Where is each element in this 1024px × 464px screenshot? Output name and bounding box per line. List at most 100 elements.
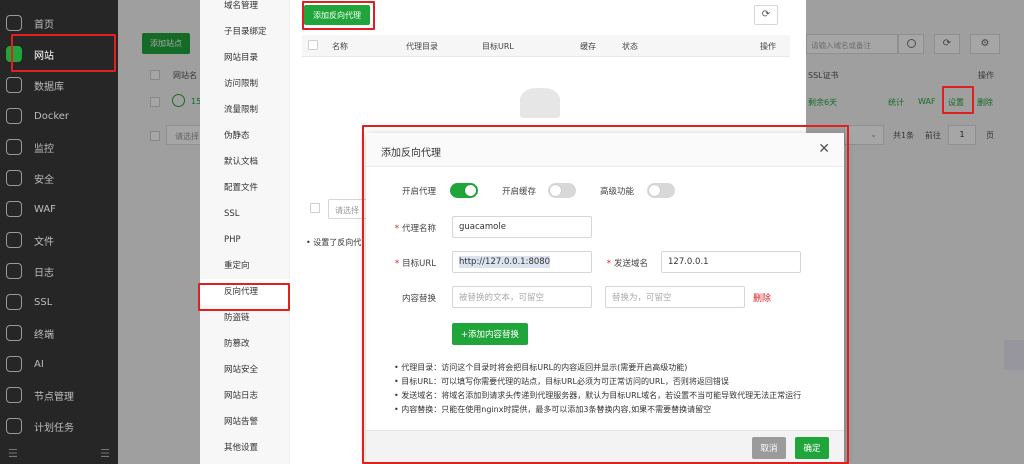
subnav-item-8[interactable]: SSL [200, 201, 290, 227]
enable-proxy-label: 开启代理 [401, 187, 436, 197]
subnav-item-1[interactable]: 子目录绑定 [200, 19, 290, 45]
col-status: 状态 [622, 42, 638, 51]
sidebar-item-label: 文件 [34, 236, 54, 248]
sidebar-footer: ☰ ☰ [0, 442, 118, 464]
sidebar-item-7[interactable]: 文件 [0, 225, 118, 255]
monitor-icon [6, 139, 22, 155]
sidebar-item-label: WAF [34, 203, 56, 215]
sidebar-item-6[interactable]: WAF [0, 194, 118, 224]
dialog-footer: 取消 确定 [366, 430, 844, 464]
sidebar-item-0[interactable]: 首页 [0, 8, 118, 38]
log-icon [6, 263, 22, 279]
note-content-replace: • 内容替换：只能在使用nginx时提供，最多可以添加3条替换内容,如果不需要替… [394, 405, 712, 414]
proxy-note: • 设置了反向代 [306, 238, 362, 247]
replace-to-input[interactable]: 替换为，可留空 [605, 286, 745, 308]
sidebar-item-12[interactable]: 节点管理 [0, 380, 118, 410]
subnav-item-12[interactable]: 防盗链 [200, 305, 290, 331]
home-icon [6, 15, 22, 31]
database-icon [6, 77, 22, 93]
subnav-item-3[interactable]: 访问限制 [200, 71, 290, 97]
sidebar-item-11[interactable]: AI [0, 349, 118, 379]
schedule-icon [6, 418, 22, 434]
sidebar-item-13[interactable]: 计划任务 [0, 411, 118, 441]
sidebar-item-label: 监控 [34, 143, 54, 155]
docker-icon [6, 108, 22, 124]
subnav-item-16[interactable]: 网站告警 [200, 409, 290, 435]
sidebar-item-1[interactable]: 网站 [0, 39, 118, 69]
sidebar-item-9[interactable]: SSL [0, 287, 118, 317]
delete-replace-link[interactable]: 删除 [753, 291, 771, 304]
sidebar-item-label: AI [34, 358, 44, 370]
note-send-domain: • 发送域名：将域名添加到请求头传递到代理服务器，默认为目标URL域名，若设置不… [394, 391, 802, 400]
node-icon [6, 387, 22, 403]
col-name: 名称 [332, 42, 348, 51]
confirm-button[interactable]: 确定 [795, 437, 829, 459]
proxy-batch-checkbox[interactable] [310, 203, 320, 213]
enable-proxy-toggle[interactable] [450, 183, 478, 198]
subnav-item-5[interactable]: 伪静态 [200, 123, 290, 149]
sidebar-item-label: SSL [34, 296, 53, 308]
proxy-name-label: * 代理名称 [394, 224, 436, 234]
ssl-icon [6, 294, 22, 310]
col-action: 操作 [760, 42, 776, 51]
proxy-table-header: 名称 代理目录 目标URL 缓存 状态 操作 [302, 35, 790, 57]
close-icon[interactable]: ✕ [818, 141, 830, 157]
subnav-item-10[interactable]: 重定向 [200, 253, 290, 279]
sidebar-item-label: Docker [34, 110, 70, 122]
replace-from-input[interactable]: 被替换的文本，可留空 [452, 286, 592, 308]
folder-icon [6, 232, 22, 248]
send-domain-input[interactable]: 127.0.0.1 [661, 251, 801, 273]
sidebar-item-8[interactable]: 日志 [0, 256, 118, 286]
subnav-item-9[interactable]: PHP [200, 227, 290, 253]
sidebar-item-label: 数据库 [34, 81, 64, 93]
sidebar-item-2[interactable]: 数据库 [0, 70, 118, 100]
subnav-item-0[interactable]: 域名管理 [200, 0, 290, 19]
sidebar-item-10[interactable]: 终端 [0, 318, 118, 348]
dialog-title: 添加反向代理 [381, 148, 441, 159]
sidebar-item-4[interactable]: 监控 [0, 132, 118, 162]
note-proxy-dir: • 代理目录：访问这个目录时将会把目标URL的内容返回并显示(需要开启高级功能) [394, 363, 688, 372]
cancel-button[interactable]: 取消 [752, 437, 786, 459]
enable-cache-label: 开启缓存 [501, 187, 536, 197]
sidebar-item-3[interactable]: Docker [0, 101, 118, 131]
proxy-select-all[interactable] [308, 40, 318, 50]
sidebar-item-label: 网站 [34, 50, 54, 62]
advanced-label: 高级功能 [599, 187, 634, 197]
target-url-input[interactable]: http://127.0.0.1:8080 [452, 251, 592, 273]
add-replace-button[interactable]: +添加内容替换 [452, 323, 528, 345]
main-sidebar: 首页网站数据库 Docker 监控安全 WAF 文件日志 SSL 终端 AI 节点管理 计划任务 [0, 0, 118, 464]
website-icon [6, 46, 22, 62]
empty-icon [520, 88, 560, 118]
sidebar-item-label: 终端 [34, 329, 54, 341]
subnav-item-7[interactable]: 配置文件 [200, 175, 290, 201]
enable-cache-toggle[interactable] [548, 183, 576, 198]
note-target-url: • 目标URL：可以填写你需要代理的站点，目标URL必须为可正常访问的URL，否… [394, 377, 729, 386]
subnav-item-4[interactable]: 流量限制 [200, 97, 290, 123]
subnav-item-11[interactable]: 反向代理 [200, 279, 290, 305]
col-proxy-dir: 代理目录 [406, 42, 438, 51]
proxy-name-input[interactable]: guacamole [452, 216, 592, 238]
ai-icon [6, 356, 22, 372]
send-domain-label: * 发送域名 [606, 259, 648, 269]
subnav-item-13[interactable]: 防篡改 [200, 331, 290, 357]
subnav-item-6[interactable]: 默认文档 [200, 149, 290, 175]
waf-icon [6, 201, 22, 217]
advanced-toggle[interactable] [647, 183, 675, 198]
subnav-item-17[interactable]: 其他设置 [200, 435, 290, 461]
collapse-icon[interactable]: ☰ [8, 447, 18, 460]
col-target-url: 目标URL [482, 42, 514, 51]
dialog-header: 添加反向代理 ✕ [366, 133, 844, 167]
sidebar-item-label: 安全 [34, 174, 54, 186]
refresh-icon[interactable]: ⟳ [754, 5, 778, 25]
col-cache: 缓存 [580, 42, 596, 51]
settings-subnav: 域名管理 子目录绑定 网站目录 访问限制 流量限制 伪静态 默认文档 配置文件 SSL PHP 重定… [200, 0, 290, 464]
subnav-item-15[interactable]: 网站日志 [200, 383, 290, 409]
terminal-icon [6, 325, 22, 341]
menu-icon[interactable]: ☰ [100, 447, 110, 460]
sidebar-item-5[interactable]: 安全 [0, 163, 118, 193]
subnav-item-2[interactable]: 网站目录 [200, 45, 290, 71]
sidebar-item-label: 日志 [34, 267, 54, 279]
subnav-item-14[interactable]: 网站安全 [200, 357, 290, 383]
content-replace-label: 内容替换 [401, 294, 436, 304]
add-proxy-button[interactable]: 添加反向代理 [304, 5, 370, 25]
